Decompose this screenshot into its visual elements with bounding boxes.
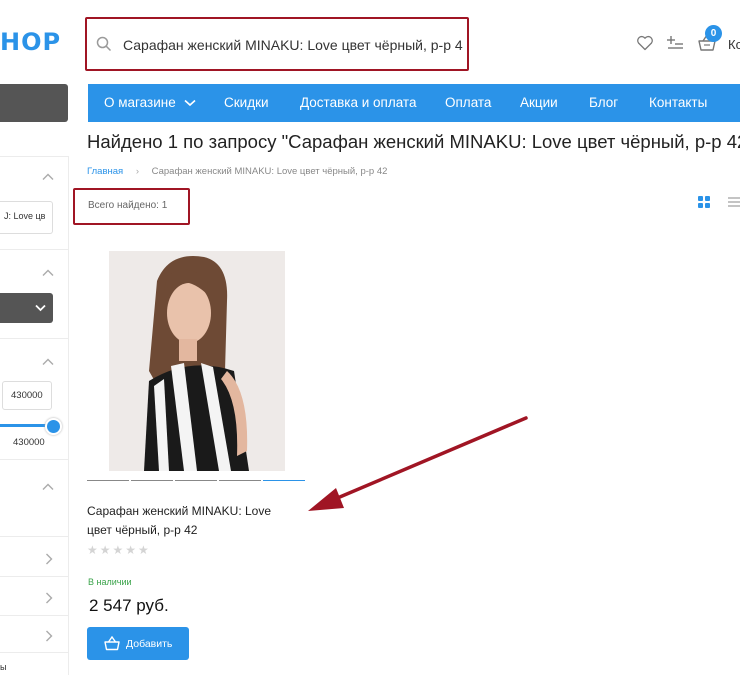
- sidebar-divider: [68, 156, 69, 675]
- chevron-right-icon[interactable]: [45, 630, 53, 645]
- heart-icon[interactable]: [636, 34, 654, 52]
- found-count: Всего найдено: 1: [88, 200, 168, 211]
- sidebar-separator: [0, 536, 68, 537]
- chevron-up-icon[interactable]: [42, 170, 54, 184]
- grid-view-icon[interactable]: [697, 195, 711, 209]
- page-title: Найдено 1 по запросу "Сарафан женский MI…: [87, 131, 740, 152]
- slider-dot-active[interactable]: [263, 480, 305, 481]
- chevron-right-icon[interactable]: [45, 553, 53, 568]
- price-slider-value: 430000: [13, 437, 45, 448]
- compare-icon[interactable]: [667, 34, 684, 52]
- sidebar-separator: [0, 576, 68, 577]
- sidebar-separator: [0, 338, 68, 339]
- sidebar-separator: [0, 459, 68, 460]
- chevron-right-icon: ›: [135, 166, 139, 177]
- add-to-cart-label: Добавить: [126, 638, 173, 650]
- sidebar-separator: [0, 249, 68, 250]
- filter-search-input[interactable]: J: Love цв: [0, 201, 53, 234]
- sidebar-separator: [0, 652, 68, 653]
- search-icon: [96, 36, 112, 52]
- rating-stars: ★★★★★: [87, 543, 151, 557]
- breadcrumb-current: Сарафан женский MINAKU: Love цвет чёрный…: [151, 166, 388, 177]
- logo[interactable]: HOP: [0, 28, 61, 56]
- breadcrumb: Главная › Сарафан женский MINAKU: Love ц…: [87, 166, 387, 177]
- slider-dot[interactable]: [87, 480, 129, 481]
- chevron-up-icon[interactable]: [42, 355, 54, 369]
- slider-dot[interactable]: [131, 480, 173, 481]
- product-name[interactable]: Сарафан женский MINAKU: Love цвет чёрный…: [87, 502, 297, 540]
- sidebar-separator: [0, 615, 68, 616]
- chevron-right-icon[interactable]: [45, 592, 53, 607]
- slider-dot[interactable]: [219, 480, 261, 481]
- cart-icon: [104, 636, 120, 651]
- sidebar-item-label[interactable]: ы: [0, 662, 6, 672]
- chevron-up-icon[interactable]: [42, 480, 54, 494]
- slider-dot[interactable]: [175, 480, 217, 481]
- cart-count-badge: 0: [705, 25, 722, 42]
- nav-item-promotions[interactable]: Акции: [520, 95, 558, 110]
- price-slider-track[interactable]: [0, 424, 51, 427]
- catalog-button[interactable]: [0, 84, 68, 122]
- price-slider-handle[interactable]: [45, 418, 62, 435]
- nav-item-contacts[interactable]: Контакты: [649, 95, 707, 110]
- chevron-down-icon: [184, 100, 197, 107]
- stock-status: В наличии: [88, 577, 132, 587]
- add-to-cart-button[interactable]: Добавить: [87, 627, 189, 660]
- annotation-arrow: [308, 416, 528, 511]
- cart-label[interactable]: Ко: [728, 37, 740, 52]
- chevron-down-icon: [35, 304, 46, 312]
- nav-item-blog[interactable]: Блог: [589, 95, 618, 110]
- breadcrumb-home[interactable]: Главная: [87, 166, 123, 177]
- product-price: 2 547 руб.: [89, 596, 169, 615]
- nav-item-about[interactable]: О магазине: [104, 95, 197, 110]
- list-view-icon[interactable]: [728, 195, 740, 209]
- nav-item-discounts[interactable]: Скидки: [224, 95, 269, 110]
- search-input[interactable]: Сарафан женский MINAKU: Love цвет чёрный…: [123, 37, 463, 53]
- sidebar-separator: [0, 156, 68, 157]
- price-max-input[interactable]: 430000: [2, 381, 52, 410]
- nav-item-payment[interactable]: Оплата: [445, 95, 491, 110]
- nav-item-delivery[interactable]: Доставка и оплата: [300, 95, 416, 110]
- chevron-up-icon[interactable]: [42, 266, 54, 280]
- product-image[interactable]: [109, 251, 285, 471]
- filter-select[interactable]: [0, 293, 53, 323]
